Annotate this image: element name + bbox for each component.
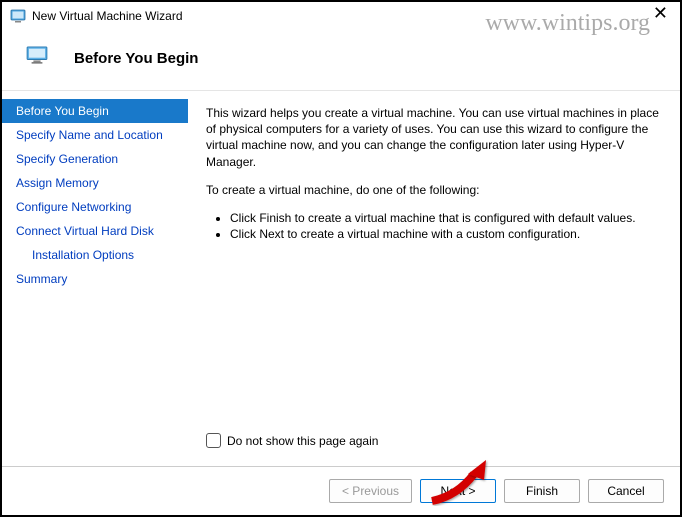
sidebar-item-summary[interactable]: Summary [2, 267, 188, 291]
instruction-list: Click Finish to create a virtual machine… [206, 210, 662, 242]
finish-button[interactable]: Finish [504, 479, 580, 503]
next-button[interactable]: Next > [420, 479, 496, 503]
sidebar-item-label: Configure Networking [16, 200, 131, 214]
sidebar-item-label: Specify Name and Location [16, 128, 163, 142]
sidebar-item-configure-networking[interactable]: Configure Networking [2, 195, 188, 219]
button-label: Cancel [607, 484, 644, 498]
wizard-footer: < Previous Next > Finish Cancel [2, 466, 680, 515]
sidebar-item-label: Connect Virtual Hard Disk [16, 224, 154, 238]
sidebar-item-label: Specify Generation [16, 152, 118, 166]
button-label: Next > [440, 484, 475, 498]
titlebar: New Virtual Machine Wizard ✕ [2, 2, 680, 30]
sidebar-item-installation-options[interactable]: Installation Options [2, 243, 188, 267]
instruction-text: To create a virtual machine, do one of t… [206, 182, 662, 198]
sidebar-item-assign-memory[interactable]: Assign Memory [2, 171, 188, 195]
checkbox-label: Do not show this page again [227, 434, 378, 448]
vm-icon [26, 46, 50, 70]
sidebar-item-label: Installation Options [32, 248, 134, 262]
sidebar-item-connect-vhd[interactable]: Connect Virtual Hard Disk [2, 219, 188, 243]
sidebar-item-before-you-begin[interactable]: Before You Begin [2, 99, 188, 123]
intro-text: This wizard helps you create a virtual m… [206, 105, 662, 170]
window-title: New Virtual Machine Wizard [32, 9, 183, 23]
list-item: Click Finish to create a virtual machine… [230, 210, 662, 226]
sidebar-item-specify-generation[interactable]: Specify Generation [2, 147, 188, 171]
sidebar-item-label: Summary [16, 272, 67, 286]
checkbox-icon[interactable] [206, 433, 221, 448]
wizard-content: This wizard helps you create a virtual m… [188, 91, 680, 466]
page-title: Before You Begin [74, 50, 198, 67]
button-label: < Previous [342, 484, 399, 498]
wizard-header: Before You Begin [2, 30, 680, 90]
button-label: Finish [526, 484, 558, 498]
sidebar-item-specify-name[interactable]: Specify Name and Location [2, 123, 188, 147]
sidebar-item-label: Assign Memory [16, 176, 99, 190]
previous-button: < Previous [329, 479, 412, 503]
sidebar-item-label: Before You Begin [16, 104, 109, 118]
cancel-button[interactable]: Cancel [588, 479, 664, 503]
close-button[interactable]: ✕ [647, 4, 674, 22]
wizard-steps-sidebar: Before You Begin Specify Name and Locati… [2, 91, 188, 466]
list-item: Click Next to create a virtual machine w… [230, 226, 662, 242]
dont-show-again-row[interactable]: Do not show this page again [206, 433, 662, 456]
app-icon [10, 8, 26, 24]
